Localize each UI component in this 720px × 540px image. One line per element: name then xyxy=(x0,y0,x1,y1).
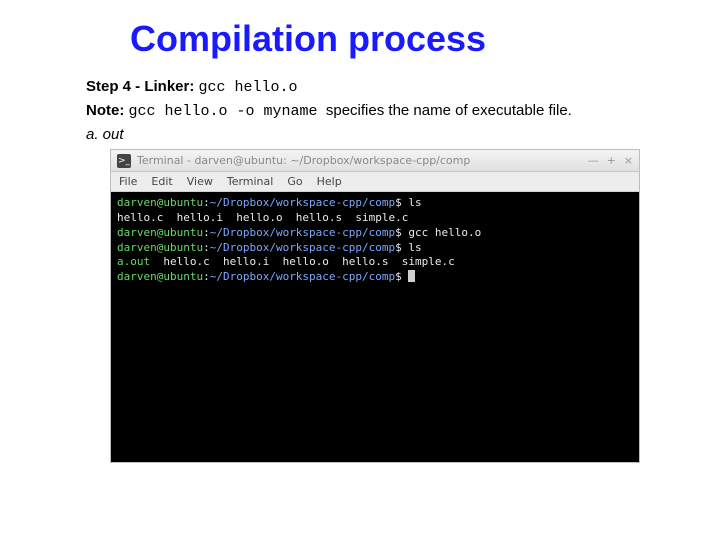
out-ls2-rest: hello.c hello.i hello.o hello.s simple.c xyxy=(150,255,455,268)
menu-file[interactable]: File xyxy=(119,175,137,188)
menu-go[interactable]: Go xyxy=(287,175,302,188)
prompt-user: darven@ubuntu xyxy=(117,196,203,209)
prompt-user: darven@ubuntu xyxy=(117,226,203,239)
aout-text: a. out xyxy=(86,126,680,143)
terminal-body[interactable]: darven@ubuntu:~/Dropbox/workspace-cpp/co… xyxy=(111,192,639,462)
prompt-path: ~/Dropbox/workspace-cpp/comp xyxy=(210,196,395,209)
menu-help[interactable]: Help xyxy=(317,175,342,188)
note-command: gcc hello.o -o myname xyxy=(129,103,318,120)
terminal-window: >_ Terminal - darven@ubuntu: ~/Dropbox/w… xyxy=(110,149,640,463)
prompt-path: ~/Dropbox/workspace-cpp/comp xyxy=(210,226,395,239)
step-line: Step 4 - Linker: gcc hello.o xyxy=(86,78,680,96)
window-maximize-button[interactable]: + xyxy=(607,154,616,167)
out-aout: a.out xyxy=(117,255,150,268)
note-tail: specifies the name of executable file. xyxy=(326,102,572,119)
note-line: Note: gcc hello.o -o myname specifies th… xyxy=(86,102,680,120)
terminal-icon: >_ xyxy=(117,154,131,168)
terminal-cursor xyxy=(408,270,415,282)
window-close-button[interactable]: × xyxy=(624,154,633,167)
slide-title: Compilation process xyxy=(130,18,680,60)
cmd-ls1: ls xyxy=(402,196,422,209)
out-ls1: hello.c hello.i hello.o hello.s simple.c xyxy=(117,211,408,224)
menu-terminal[interactable]: Terminal xyxy=(227,175,274,188)
step-label: Step 4 - Linker: xyxy=(86,78,194,95)
prompt-sep2: $ xyxy=(395,196,402,209)
menu-edit[interactable]: Edit xyxy=(151,175,172,188)
step-command: gcc hello.o xyxy=(199,79,298,96)
terminal-title: Terminal - darven@ubuntu: ~/Dropbox/work… xyxy=(137,154,588,167)
cmd-final xyxy=(402,270,409,283)
cmd-gcc: gcc hello.o xyxy=(402,226,481,239)
prompt-user: darven@ubuntu xyxy=(117,270,203,283)
note-label: Note: xyxy=(86,102,124,119)
menu-view[interactable]: View xyxy=(187,175,213,188)
cmd-ls2: ls xyxy=(402,241,422,254)
window-minimize-button[interactable]: — xyxy=(588,154,599,167)
terminal-menubar: File Edit View Terminal Go Help xyxy=(111,172,639,192)
prompt-path: ~/Dropbox/workspace-cpp/comp xyxy=(210,270,395,283)
prompt-sep1: : xyxy=(203,196,210,209)
prompt-user: darven@ubuntu xyxy=(117,241,203,254)
prompt-path: ~/Dropbox/workspace-cpp/comp xyxy=(210,241,395,254)
terminal-titlebar: >_ Terminal - darven@ubuntu: ~/Dropbox/w… xyxy=(111,150,639,172)
